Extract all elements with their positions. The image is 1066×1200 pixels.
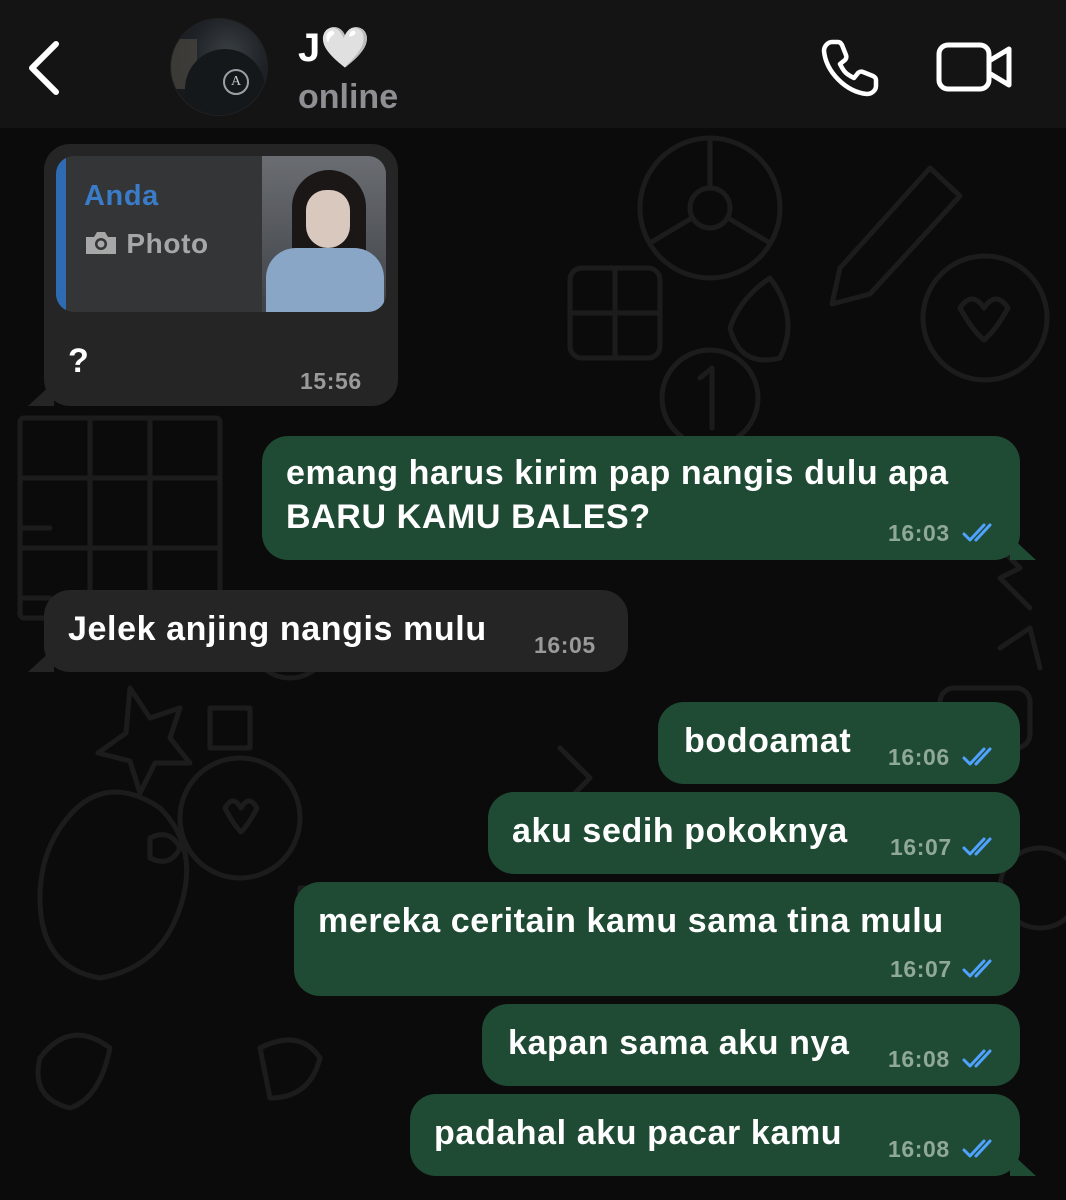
message-incoming[interactable]: Jelek anjing nangis mulu 16:05 (28, 590, 628, 672)
message-time: 16:08 (888, 1046, 950, 1072)
read-ticks-icon (962, 959, 992, 978)
video-call-button[interactable] (936, 42, 1014, 92)
message-time: 15:56 (300, 368, 362, 394)
message-outgoing[interactable]: padahal aku pacar kamu 16:08 (410, 1094, 1036, 1176)
message-time: 16:08 (888, 1136, 950, 1162)
reply-quote[interactable]: Anda Photo (56, 156, 386, 312)
message-text: mereka ceritain kamu sama tina mulu (318, 902, 944, 940)
emblem-icon: A (223, 69, 249, 95)
message-incoming[interactable]: Anda Photo ? 15:56 (28, 144, 398, 406)
message-outgoing[interactable]: mereka ceritain kamu sama tina mulu 16:0… (294, 882, 1020, 996)
message-text: ? (68, 342, 90, 380)
read-ticks-icon (962, 837, 992, 856)
message-outgoing[interactable]: aku sedih pokoknya 16:07 (488, 792, 1020, 874)
white-heart-icon: 🤍 (320, 26, 371, 70)
message-time: 16:06 (888, 744, 950, 770)
message-text-line: emang harus kirim pap nangis dulu apa (286, 454, 949, 492)
chat-header: A J🤍 online (0, 0, 1066, 128)
video-camera-icon (936, 42, 1012, 92)
message-text: padahal aku pacar kamu (434, 1114, 843, 1152)
reply-quote-type-label: Photo (126, 228, 209, 259)
camera-icon (86, 232, 116, 254)
message-outgoing[interactable]: bodoamat 16:06 (658, 702, 1020, 784)
chevron-left-icon (29, 41, 59, 95)
read-ticks-icon (962, 1049, 992, 1068)
contact-name-text: J (298, 26, 321, 70)
message-outgoing[interactable]: emang harus kirim pap nangis dulu apa BA… (262, 436, 1036, 560)
contact-status: online (298, 78, 399, 116)
message-time: 16:07 (890, 834, 952, 860)
read-ticks-icon (962, 523, 992, 542)
message-outgoing[interactable]: kapan sama aku nya 16:08 (482, 1004, 1020, 1086)
phone-icon (821, 39, 879, 97)
message-text: aku sedih pokoknya (512, 812, 848, 850)
reply-quote-thumbnail[interactable] (262, 156, 386, 312)
reply-quote-bar (56, 156, 66, 312)
message-text: kapan sama aku nya (508, 1024, 850, 1062)
message-time: 16:05 (534, 632, 596, 658)
back-button[interactable] (20, 36, 72, 96)
read-ticks-icon (962, 1139, 992, 1158)
read-ticks-icon (962, 747, 992, 766)
voice-call-button[interactable] (818, 36, 882, 100)
message-text-line: BARU KAMU BALES? (286, 498, 651, 536)
reply-quote-author: Anda (84, 180, 159, 212)
message-time: 16:03 (888, 520, 950, 546)
message-text: bodoamat (684, 722, 852, 760)
reply-quote-type: Photo (84, 228, 209, 260)
contact-avatar[interactable]: A (170, 18, 268, 116)
contact-name[interactable]: J🤍 (298, 24, 370, 71)
message-text: Jelek anjing nangis mulu (68, 610, 487, 648)
chat-area[interactable]: Anda Photo ? 15:56 emang harus kirim pap… (0, 128, 1066, 1200)
message-time: 16:07 (890, 956, 952, 982)
